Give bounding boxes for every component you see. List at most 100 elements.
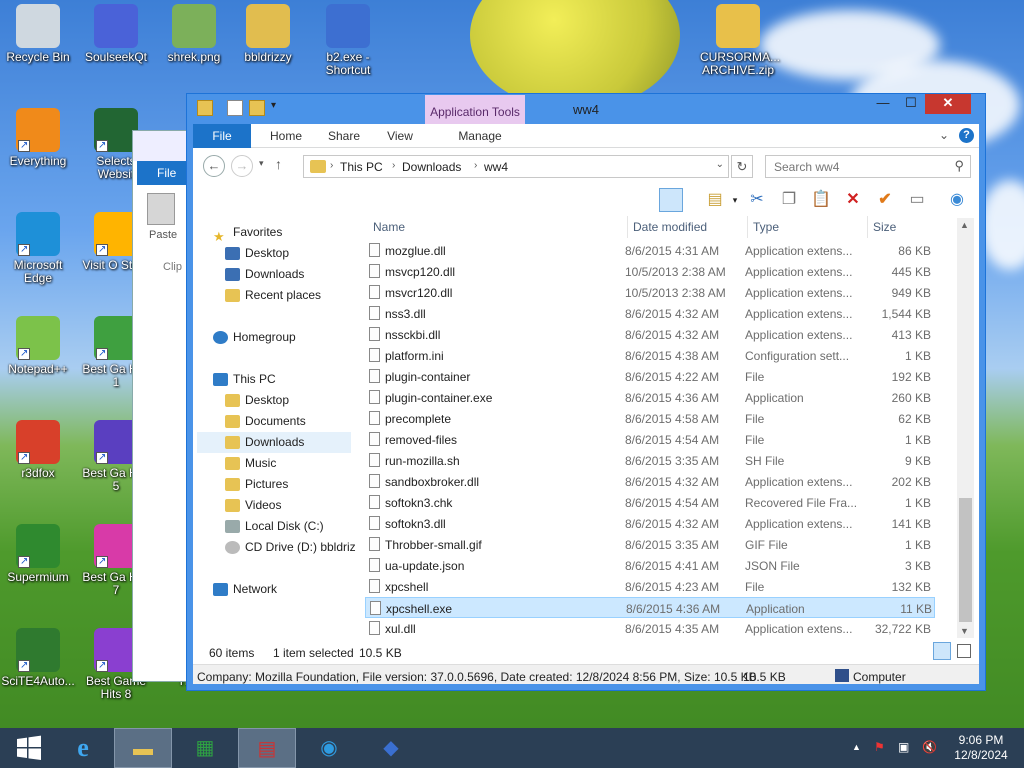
search-icon[interactable]: ⚲ — [954, 158, 964, 174]
action-center-icon[interactable]: ⚑ — [874, 740, 885, 754]
search-input[interactable]: Search ww4 ⚲ — [765, 155, 971, 178]
file-row[interactable]: mozglue.dll 8/6/2015 4:31 AM Application e… — [365, 240, 935, 261]
copy-icon[interactable]: ❐ — [777, 188, 801, 212]
column-divider[interactable] — [867, 216, 868, 238]
desktop-icon-notepad-[interactable]: Notepad++ — [0, 316, 76, 376]
chevron-right-icon[interactable]: › — [392, 160, 395, 171]
bg-file-tab[interactable]: File — [137, 161, 187, 185]
nav-downloads[interactable]: Downloads — [225, 264, 304, 285]
cut-icon[interactable]: ✂ — [745, 188, 769, 212]
file-row[interactable]: removed-files 8/6/2015 4:54 AM File 1 KB — [365, 429, 935, 450]
start-button[interactable] — [0, 728, 58, 768]
store-icon[interactable]: ▦ — [176, 728, 234, 768]
desktop-icon-everything[interactable]: Everything — [0, 108, 76, 168]
file-explorer-icon[interactable]: ▬ — [114, 728, 172, 768]
internet-explorer-icon[interactable]: e — [54, 728, 112, 768]
breadcrumb-downloads[interactable]: Downloads — [402, 160, 461, 174]
desktop-icon-b2-exe-shortcut[interactable]: b2.exe - Shortcut — [310, 4, 386, 77]
file-row[interactable]: run-mozilla.sh 8/6/2015 3:35 AM SH File 9 K… — [365, 450, 935, 471]
nav-documents[interactable]: Documents — [225, 411, 306, 432]
desktop-icon-recycle-bin[interactable]: Recycle Bin — [0, 4, 76, 64]
preview-pane-icon[interactable] — [659, 188, 683, 212]
tab-file[interactable]: File — [193, 124, 251, 148]
file-row[interactable]: ua-update.json 8/6/2015 4:41 AM JSON File 3… — [365, 555, 935, 576]
file-row[interactable]: softokn3.chk 8/6/2015 4:54 AM Recovered Fi… — [365, 492, 935, 513]
help-icon[interactable]: ? — [959, 128, 974, 143]
desktop-icon-microsoft-edge[interactable]: Microsoft Edge — [0, 212, 76, 285]
file-row[interactable]: msvcp120.dll 10/5/2013 2:38 AM Application… — [365, 261, 935, 282]
file-row[interactable]: Throbber-small.gif 8/6/2015 3:35 AM GIF Fi… — [365, 534, 935, 555]
expand-ribbon-icon[interactable]: ⌄ — [939, 128, 949, 142]
details-view-icon[interactable] — [933, 642, 951, 660]
edge-icon[interactable]: ◉ — [300, 728, 358, 768]
wordpad-icon[interactable]: ▤ — [238, 728, 296, 768]
recent-locations-icon[interactable]: ▾ — [259, 158, 264, 169]
file-row[interactable]: plugin-container.exe 8/6/2015 4:36 AM Appl… — [365, 387, 935, 408]
minimize-button[interactable]: — — [869, 94, 897, 114]
nav-pc-downloads[interactable]: Downloads — [197, 432, 351, 453]
nav-favorites[interactable]: ★ Favorites — [213, 222, 282, 244]
tab-manage[interactable]: Manage — [429, 124, 531, 148]
chevron-right-icon[interactable]: › — [474, 160, 477, 171]
refresh-button[interactable]: ↻ — [731, 155, 753, 178]
file-row[interactable]: xpcshell 8/6/2015 4:23 AM File 132 KB — [365, 576, 935, 597]
column-header-size[interactable]: Size — [873, 220, 896, 234]
paste-icon[interactable]: 📋 — [809, 188, 833, 212]
nav-videos[interactable]: Videos — [225, 495, 281, 516]
breadcrumb-ww4[interactable]: ww4 — [484, 160, 508, 174]
up-button[interactable]: ↑ — [275, 156, 282, 172]
address-bar[interactable]: › This PC › Downloads › ww4 ⌄ — [303, 155, 729, 178]
back-button[interactable]: ← — [203, 155, 225, 177]
forward-button[interactable]: → — [231, 155, 253, 177]
nav-network[interactable]: Network — [213, 579, 277, 600]
large-icons-view-icon[interactable] — [957, 644, 971, 658]
nav-homegroup[interactable]: Homegroup — [213, 327, 296, 348]
scroll-down-icon[interactable]: ▼ — [960, 626, 969, 636]
file-row[interactable]: sandboxbroker.dll 8/6/2015 4:32 AM Applica… — [365, 471, 935, 492]
column-divider[interactable] — [627, 216, 628, 238]
chevron-right-icon[interactable]: › — [330, 160, 333, 171]
column-header-type[interactable]: Type — [753, 220, 779, 234]
column-header-name[interactable]: Name — [373, 220, 405, 234]
desktop-icon-supermium[interactable]: Supermium — [0, 524, 76, 584]
tab-view[interactable]: View — [365, 124, 435, 148]
file-row[interactable]: softokn3.dll 8/6/2015 4:32 AM Application … — [365, 513, 935, 534]
file-row[interactable]: nssckbi.dll 8/6/2015 4:32 AM Application e… — [365, 324, 935, 345]
nav-recent-places[interactable]: Recent places — [225, 285, 321, 306]
properties-icon[interactable]: ▭ — [905, 188, 929, 212]
breadcrumb-this-pc[interactable]: This PC — [340, 160, 383, 174]
file-row[interactable]: precomplete 8/6/2015 4:58 AM File 62 KB — [365, 408, 935, 429]
vertical-scrollbar[interactable]: ▲ ▼ — [957, 218, 974, 638]
file-row[interactable]: msvcr120.dll 10/5/2013 2:38 AM Application… — [365, 282, 935, 303]
delete-icon[interactable]: ✕ — [841, 188, 865, 212]
chevron-down-icon[interactable]: ▾ — [723, 188, 747, 212]
desktop-icon-scite4auto-[interactable]: SciTE4Auto... — [0, 628, 76, 688]
rename-check-icon[interactable]: ✔ — [873, 188, 897, 212]
paste-icon[interactable] — [147, 193, 175, 225]
b2-app-icon[interactable]: ◆ — [362, 728, 420, 768]
column-header-date[interactable]: Date modified — [633, 220, 707, 234]
volume-muted-icon[interactable]: 🔇 — [922, 740, 937, 754]
maximize-button[interactable]: ☐ — [897, 94, 925, 114]
show-hidden-icons[interactable]: ▲ — [852, 742, 861, 752]
scroll-up-icon[interactable]: ▲ — [960, 220, 969, 230]
nav-this-pc[interactable]: This PC — [213, 369, 276, 390]
system-clock[interactable]: 9:06 PM 12/8/2024 — [946, 733, 1016, 763]
chevron-down-icon[interactable]: ⌄ — [716, 159, 724, 170]
file-row[interactable]: nss3.dll 8/6/2015 4:32 AM Application exte… — [365, 303, 935, 324]
file-row[interactable]: xpcshell.exe 8/6/2015 4:36 AM Application 1… — [365, 597, 935, 618]
column-divider[interactable] — [747, 216, 748, 238]
nav-cd-drive[interactable]: CD Drive (D:) bbldriz — [225, 537, 356, 558]
nav-music[interactable]: Music — [225, 453, 276, 474]
network-tray-icon[interactable]: ▣ — [898, 740, 909, 754]
file-row[interactable]: plugin-container 8/6/2015 4:22 AM File 192 … — [365, 366, 935, 387]
title-bar[interactable]: ▾ Application Tools ww4 — ☐ ✕ — [187, 94, 985, 124]
file-row[interactable]: xul.dll 8/6/2015 4:35 AM Application exten… — [365, 618, 935, 638]
close-button[interactable]: ✕ — [925, 94, 971, 114]
background-window[interactable]: File Paste Clip — [132, 130, 188, 682]
nav-desktop[interactable]: Desktop — [225, 243, 289, 264]
nav-local-disk[interactable]: Local Disk (C:) — [225, 516, 324, 537]
desktop-icon-r3dfox[interactable]: r3dfox — [0, 420, 76, 480]
desktop-icon-cursorma-archive-zip[interactable]: CURSORMA... ARCHIVE.zip — [700, 4, 780, 77]
desktop-icon-shrek-png[interactable]: shrek.png — [156, 4, 232, 64]
